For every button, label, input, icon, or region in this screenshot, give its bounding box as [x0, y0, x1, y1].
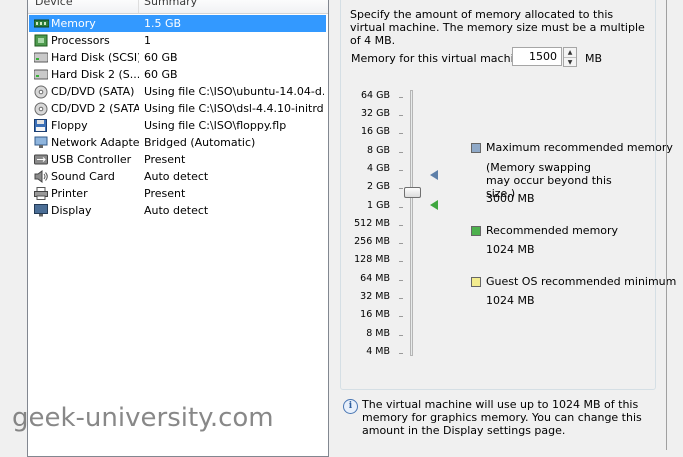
device-row-memory[interactable]: Memory 1.5 GB	[29, 15, 326, 32]
floppy-icon	[34, 119, 48, 132]
info-icon: i	[343, 399, 358, 414]
graphics-memory-info: The virtual machine will use up to 1024 …	[362, 398, 642, 437]
device-row-sound-card[interactable]: Sound Card Auto detect	[29, 168, 326, 185]
device-summary: 1	[144, 34, 151, 47]
memory-size-input[interactable]	[512, 47, 562, 66]
device-summary: Auto detect	[144, 170, 209, 183]
memory-spinner[interactable]: ▲ ▼	[563, 47, 577, 67]
memory-slider-thumb[interactable]	[404, 187, 421, 198]
device-row-hard-disk-2[interactable]: Hard Disk 2 (S... 60 GB	[29, 66, 326, 83]
device-summary: Present	[144, 187, 186, 200]
device-row-floppy[interactable]: Floppy Using file C:\ISO\floppy.flp	[29, 117, 326, 134]
printer-icon	[34, 187, 48, 200]
device-name: USB Controller	[51, 153, 132, 166]
memory-slider-track[interactable]	[410, 90, 413, 356]
recommended-swatch	[471, 226, 481, 236]
device-row-hard-disk[interactable]: Hard Disk (SCSI) 60 GB	[29, 49, 326, 66]
memory-unit: MB	[585, 52, 603, 65]
sound-card-icon	[34, 170, 48, 183]
processor-icon	[34, 34, 48, 47]
scale-label: 512 MB	[354, 218, 390, 229]
memory-settings-panel: Specify the amount of memory allocated t…	[340, 0, 683, 450]
guest-minimum-value: 1024 MB	[486, 294, 535, 307]
device-name: Hard Disk (SCSI)	[51, 51, 139, 64]
scale-label: 64 GB	[361, 90, 390, 101]
memory-label: Memory for this virtual machine:	[351, 52, 532, 65]
device-row-network-adapter[interactable]: Network Adapter Bridged (Automatic)	[29, 134, 326, 151]
scale-label: 2 GB	[367, 181, 390, 192]
column-separator[interactable]	[138, 0, 139, 13]
recommended-title: Recommended memory	[486, 224, 619, 237]
device-summary: 1.5 GB	[144, 17, 182, 30]
device-summary: 60 GB	[144, 51, 178, 64]
usb-controller-icon	[34, 153, 48, 166]
device-summary: Present	[144, 153, 186, 166]
cd-dvd-icon	[34, 102, 48, 116]
recommended-marker-icon	[430, 200, 438, 210]
device-summary: 60 GB	[144, 68, 178, 81]
device-summary: Using file C:\ISO\dsl-4.4.10-initrd....	[144, 102, 324, 115]
device-name: Printer	[51, 187, 88, 200]
device-summary: Bridged (Automatic)	[144, 136, 256, 149]
device-row-cd-dvd-2[interactable]: CD/DVD 2 (SATA) Using file C:\ISO\dsl-4.…	[29, 100, 326, 117]
scale-label: 8 GB	[367, 145, 390, 156]
scale-label: 32 MB	[360, 291, 390, 302]
device-name: Display	[51, 204, 92, 217]
column-header-device[interactable]: Device	[35, 0, 73, 8]
device-summary: Auto detect	[144, 204, 209, 217]
watermark: geek-university.com	[12, 403, 274, 433]
scale-label: 4 GB	[367, 163, 390, 174]
scale-label: 8 MB	[366, 328, 390, 339]
scale-label: 4 MB	[366, 346, 390, 357]
scale-label: 16 GB	[361, 126, 390, 137]
device-name: Processors	[51, 34, 110, 47]
window-edge	[666, 0, 667, 450]
list-header: Device Summary	[28, 0, 328, 14]
column-header-summary[interactable]: Summary	[144, 0, 197, 8]
device-name: CD/DVD 2 (SATA)	[51, 102, 139, 115]
device-summary: Using file C:\ISO\ubuntu-14.04-d...	[144, 85, 324, 98]
device-list[interactable]: Device Summary Memory 1.5 GB Processors …	[27, 0, 329, 457]
guest-minimum-title: Guest OS recommended minimum	[486, 275, 677, 288]
hard-disk-icon	[34, 51, 48, 64]
spin-up-icon[interactable]: ▲	[564, 48, 576, 57]
scale-label: 32 GB	[361, 108, 390, 119]
scale-label: 256 MB	[354, 236, 390, 247]
scale-label: 64 MB	[360, 273, 390, 284]
network-adapter-icon	[34, 136, 48, 149]
memory-description: Specify the amount of memory allocated t…	[350, 8, 645, 47]
device-row-cd-dvd[interactable]: CD/DVD (SATA) Using file C:\ISO\ubuntu-1…	[29, 83, 326, 100]
recommended-value: 1024 MB	[486, 243, 535, 256]
guest-minimum-swatch	[471, 277, 481, 287]
scale-label: 1 GB	[367, 200, 390, 211]
device-name: Floppy	[51, 119, 88, 132]
max-recommended-title: Maximum recommended memory	[486, 141, 673, 154]
memory-icon	[34, 17, 49, 30]
scale-label: 16 MB	[360, 309, 390, 320]
device-name: Sound Card	[51, 170, 115, 183]
scale-label: 128 MB	[354, 254, 390, 265]
device-row-usb-controller[interactable]: USB Controller Present	[29, 151, 326, 168]
max-recommended-value: 3000 MB	[486, 192, 535, 205]
device-row-display[interactable]: Display Auto detect	[29, 202, 326, 219]
device-name: Memory	[51, 17, 96, 30]
max-recommended-swatch	[471, 143, 481, 153]
device-row-printer[interactable]: Printer Present	[29, 185, 326, 202]
hard-disk-icon	[34, 68, 48, 81]
device-row-processors[interactable]: Processors 1	[29, 32, 326, 49]
device-name: Network Adapter	[51, 136, 139, 149]
display-icon	[34, 204, 48, 217]
cd-dvd-icon	[34, 85, 48, 99]
device-name: Hard Disk 2 (S...	[51, 68, 139, 81]
max-recommended-marker-icon	[430, 170, 438, 180]
device-summary: Using file C:\ISO\floppy.flp	[144, 119, 287, 132]
device-name: CD/DVD (SATA)	[51, 85, 135, 98]
spin-down-icon[interactable]: ▼	[564, 57, 576, 67]
